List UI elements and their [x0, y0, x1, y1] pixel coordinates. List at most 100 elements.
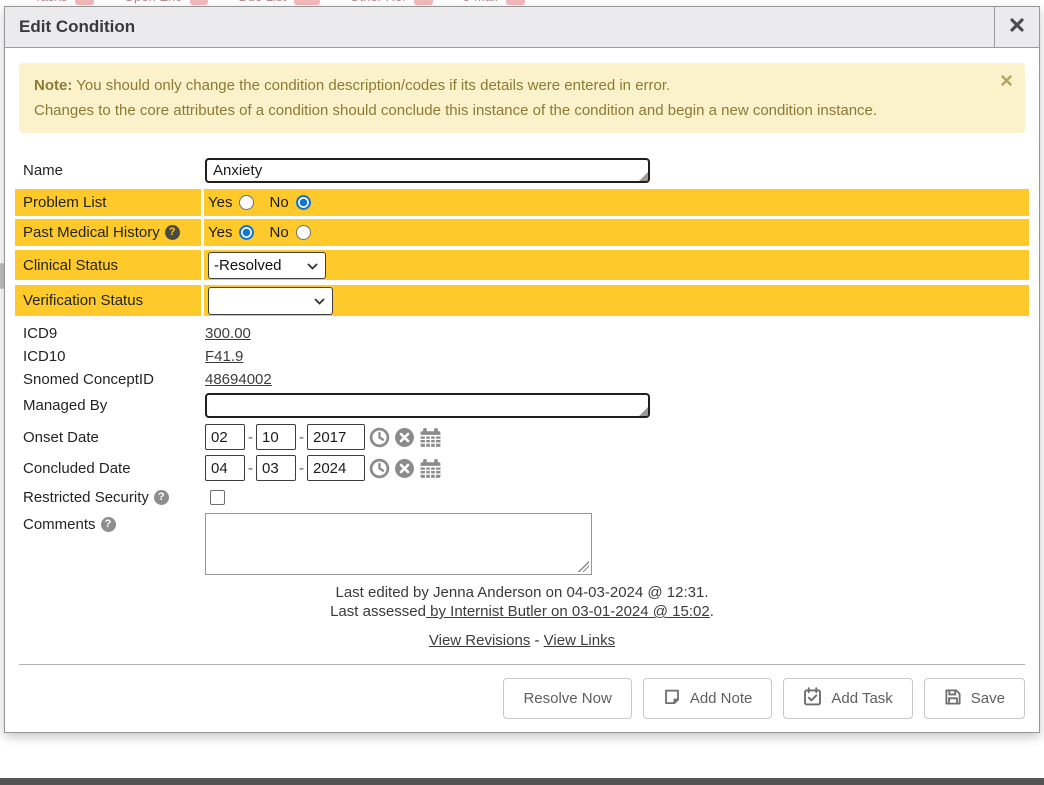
problem-list-yes-label: Yes: [208, 194, 232, 211]
past-medical-history-label: Past Medical History: [23, 224, 160, 241]
add-task-label: Add Task: [831, 690, 892, 707]
managed-by-input[interactable]: [205, 393, 650, 418]
name-label: Name: [15, 155, 201, 185]
concluded-month-input[interactable]: [205, 455, 245, 481]
bg-nav-email: e-Mail2: [463, 0, 525, 5]
other-ref-count-badge: 1: [414, 0, 433, 5]
calendar-check-icon: [803, 687, 822, 710]
views-separator: -: [535, 632, 540, 649]
chevron-down-icon: [307, 257, 318, 274]
close-button[interactable]: [994, 7, 1039, 47]
view-links-link[interactable]: View Links: [544, 632, 615, 649]
concluded-now-clock-icon[interactable]: [369, 458, 390, 479]
past-medical-history-help-icon[interactable]: ?: [165, 225, 180, 240]
view-links-line: View Revisions - View Links: [15, 632, 1029, 649]
icd10-label: ICD10: [15, 345, 201, 368]
problem-list-yes-radio[interactable]: [239, 195, 254, 210]
close-icon: [1009, 17, 1025, 38]
note-text-2: Changes to the core attributes of a cond…: [34, 98, 991, 123]
resolve-now-label: Resolve Now: [523, 690, 611, 707]
managed-by-row: Managed By: [15, 391, 1029, 419]
pmh-yes-radio[interactable]: [239, 225, 254, 240]
icd10-code-link[interactable]: F41.9: [205, 348, 243, 365]
audit-info: Last edited by Jenna Anderson on 04-03-2…: [15, 583, 1029, 621]
snomed-code-link[interactable]: 48694002: [205, 371, 272, 388]
clinical-status-row: Clinical Status -Resolved: [15, 250, 1029, 280]
clinical-status-label: Clinical Status: [15, 250, 201, 280]
dialog-header: Edit Condition: [5, 7, 1039, 48]
background-bottom-bar: [0, 778, 1044, 785]
add-note-button[interactable]: Add Note: [643, 678, 773, 719]
bg-nav-other-ref: Other Ref1: [350, 0, 433, 5]
date-dash: -: [299, 460, 304, 477]
restricted-security-label: Restricted Security: [23, 489, 149, 506]
add-note-label: Add Note: [690, 690, 753, 707]
restricted-security-help-icon[interactable]: ?: [154, 490, 169, 505]
onset-calendar-icon[interactable]: [419, 427, 442, 448]
email-count-badge: 2: [506, 0, 525, 5]
concluded-year-input[interactable]: [307, 455, 365, 481]
verification-status-label: Verification Status: [15, 285, 201, 316]
clinical-status-select[interactable]: -Resolved: [208, 252, 326, 279]
problem-list-label: Problem List: [15, 189, 201, 216]
verification-status-row: Verification Status: [15, 285, 1029, 316]
snomed-row: Snomed ConceptID 48694002: [15, 368, 1029, 391]
managed-by-label: Managed By: [15, 391, 201, 419]
note-icon: [663, 688, 681, 710]
bg-nav-due-list: Due List10: [238, 0, 319, 5]
problem-list-row: Problem List Yes No: [15, 189, 1029, 216]
dialog-title: Edit Condition: [5, 7, 994, 47]
name-input[interactable]: [205, 158, 650, 183]
concluded-day-input[interactable]: [256, 455, 296, 481]
edit-condition-dialog: Edit Condition Note: You should only cha…: [4, 6, 1040, 733]
comments-help-icon[interactable]: ?: [101, 517, 116, 532]
date-dash: -: [248, 460, 253, 477]
verification-status-select[interactable]: [208, 287, 333, 315]
bg-nav-tasks: Tasks4: [34, 0, 94, 5]
resolve-now-button[interactable]: Resolve Now: [503, 678, 631, 719]
open-enc-count-badge: 1: [190, 0, 209, 5]
problem-list-no-radio[interactable]: [296, 195, 311, 210]
icd10-row: ICD10 F41.9: [15, 345, 1029, 368]
last-assessed-link[interactable]: by Internist Butler on 03-01-2024 @ 15:0…: [426, 603, 710, 620]
onset-now-clock-icon[interactable]: [369, 427, 390, 448]
concluded-clear-icon[interactable]: [394, 458, 415, 479]
chevron-down-icon: [314, 292, 325, 309]
dialog-footer: Resolve Now Add Note Add Task Save: [19, 664, 1025, 719]
onset-date-row: Onset Date - -: [15, 423, 1029, 451]
clinical-status-value: -Resolved: [214, 257, 282, 274]
save-label: Save: [971, 690, 1005, 707]
comments-textarea[interactable]: [205, 513, 592, 575]
concluded-calendar-icon[interactable]: [419, 458, 442, 479]
onset-clear-icon[interactable]: [394, 427, 415, 448]
comments-row: Comments ?: [15, 513, 1029, 575]
name-row: Name: [15, 155, 1029, 185]
snomed-label: Snomed ConceptID: [15, 368, 201, 391]
add-task-button[interactable]: Add Task: [783, 678, 912, 719]
onset-month-input[interactable]: [205, 424, 245, 450]
tasks-count-badge: 4: [75, 0, 94, 5]
onset-year-input[interactable]: [307, 424, 365, 450]
onset-day-input[interactable]: [256, 424, 296, 450]
concluded-date-row: Concluded Date - -: [15, 454, 1029, 482]
last-assessed-suffix: .: [710, 603, 714, 620]
save-icon: [944, 688, 962, 710]
icd9-code-link[interactable]: 300.00: [205, 325, 251, 342]
date-dash: -: [248, 429, 253, 446]
pmh-no-label: No: [269, 224, 288, 241]
pmh-no-radio[interactable]: [296, 225, 311, 240]
save-button[interactable]: Save: [924, 678, 1025, 719]
last-assessed-text: Last assessed by Internist Butler on 03-…: [15, 602, 1029, 621]
view-revisions-link[interactable]: View Revisions: [429, 632, 530, 649]
bg-nav-open-enc: Open Enc1: [124, 0, 209, 5]
comments-label: Comments: [23, 516, 96, 533]
dialog-body: Note: You should only change the conditi…: [5, 48, 1039, 719]
note-dismiss-button[interactable]: [1001, 75, 1012, 86]
note-prefix: Note:: [34, 77, 72, 94]
restricted-security-row: Restricted Security ?: [15, 485, 1029, 509]
onset-date-label: Onset Date: [15, 423, 201, 451]
icd9-label: ICD9: [15, 322, 201, 345]
note-text-1: You should only change the condition des…: [72, 77, 670, 94]
note-line-1: Note: You should only change the conditi…: [34, 73, 991, 98]
restricted-security-checkbox[interactable]: [210, 490, 225, 505]
